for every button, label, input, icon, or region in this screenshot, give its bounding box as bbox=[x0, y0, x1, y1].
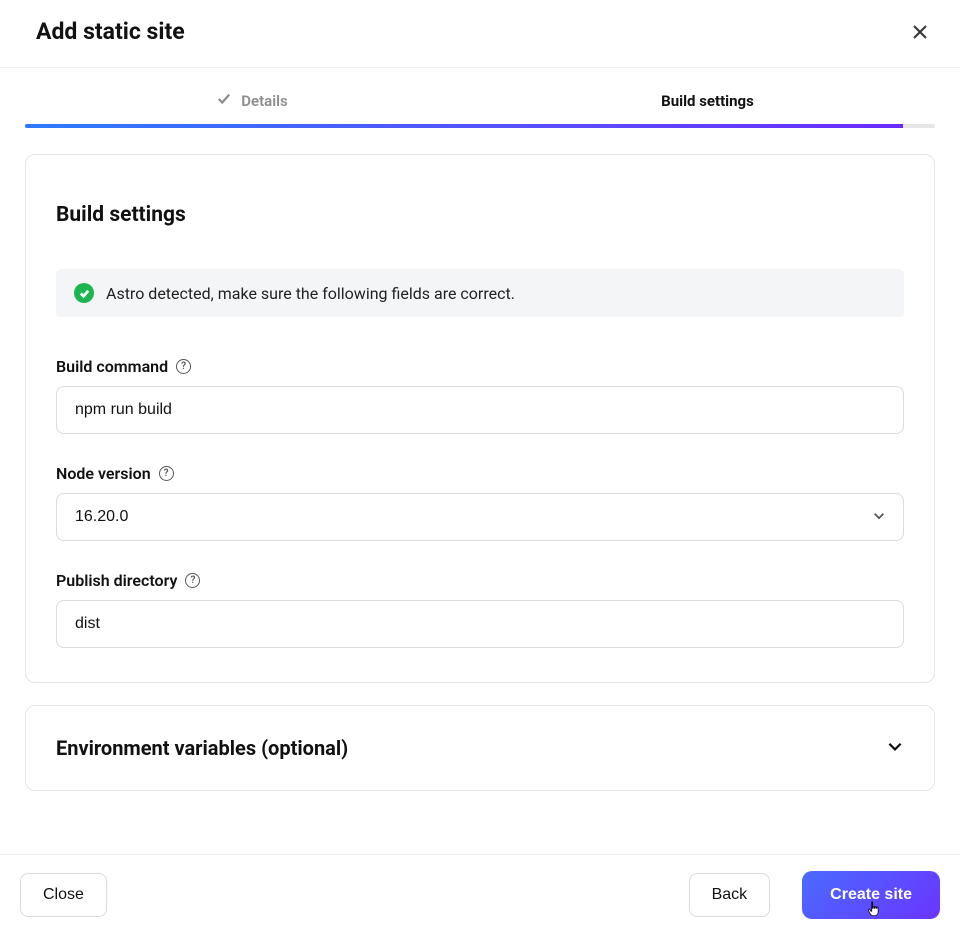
page-title: Add static site bbox=[36, 18, 185, 45]
footer: Close Back Create site bbox=[0, 854, 960, 935]
framework-detected-notice: Astro detected, make sure the following … bbox=[56, 269, 904, 317]
check-circle-icon bbox=[74, 283, 94, 303]
node-version-field: Node version ? bbox=[56, 464, 904, 541]
field-label: Build command bbox=[56, 357, 168, 376]
field-label: Publish directory bbox=[56, 571, 177, 590]
help-icon[interactable]: ? bbox=[159, 466, 174, 481]
build-command-input[interactable] bbox=[56, 386, 904, 434]
notice-text: Astro detected, make sure the following … bbox=[106, 284, 515, 303]
progress-track bbox=[25, 124, 935, 128]
field-label: Node version bbox=[56, 464, 151, 483]
chevron-down-icon bbox=[886, 737, 904, 759]
check-icon bbox=[217, 92, 231, 110]
close-button[interactable]: Close bbox=[20, 873, 107, 917]
env-vars-heading: Environment variables (optional) bbox=[56, 736, 348, 760]
publish-directory-field: Publish directory ? bbox=[56, 571, 904, 648]
step-build-settings[interactable]: Build settings bbox=[480, 92, 935, 124]
help-icon[interactable]: ? bbox=[176, 359, 191, 374]
step-details[interactable]: Details bbox=[25, 92, 480, 124]
node-version-select[interactable] bbox=[56, 493, 904, 541]
step-label: Build settings bbox=[661, 92, 754, 110]
publish-directory-input[interactable] bbox=[56, 600, 904, 648]
create-site-button[interactable]: Create site bbox=[802, 871, 940, 919]
close-icon[interactable] bbox=[908, 20, 932, 44]
stepper: Details Build settings bbox=[25, 92, 935, 124]
back-button[interactable]: Back bbox=[689, 873, 771, 917]
build-settings-card: Build settings Astro detected, make sure… bbox=[25, 154, 935, 683]
progress-fill bbox=[25, 124, 903, 128]
build-settings-heading: Build settings bbox=[56, 203, 904, 227]
build-command-field: Build command ? bbox=[56, 357, 904, 434]
step-label: Details bbox=[241, 92, 287, 110]
env-vars-section[interactable]: Environment variables (optional) bbox=[25, 705, 935, 791]
help-icon[interactable]: ? bbox=[185, 573, 200, 588]
cursor-pointer-icon bbox=[865, 900, 883, 923]
